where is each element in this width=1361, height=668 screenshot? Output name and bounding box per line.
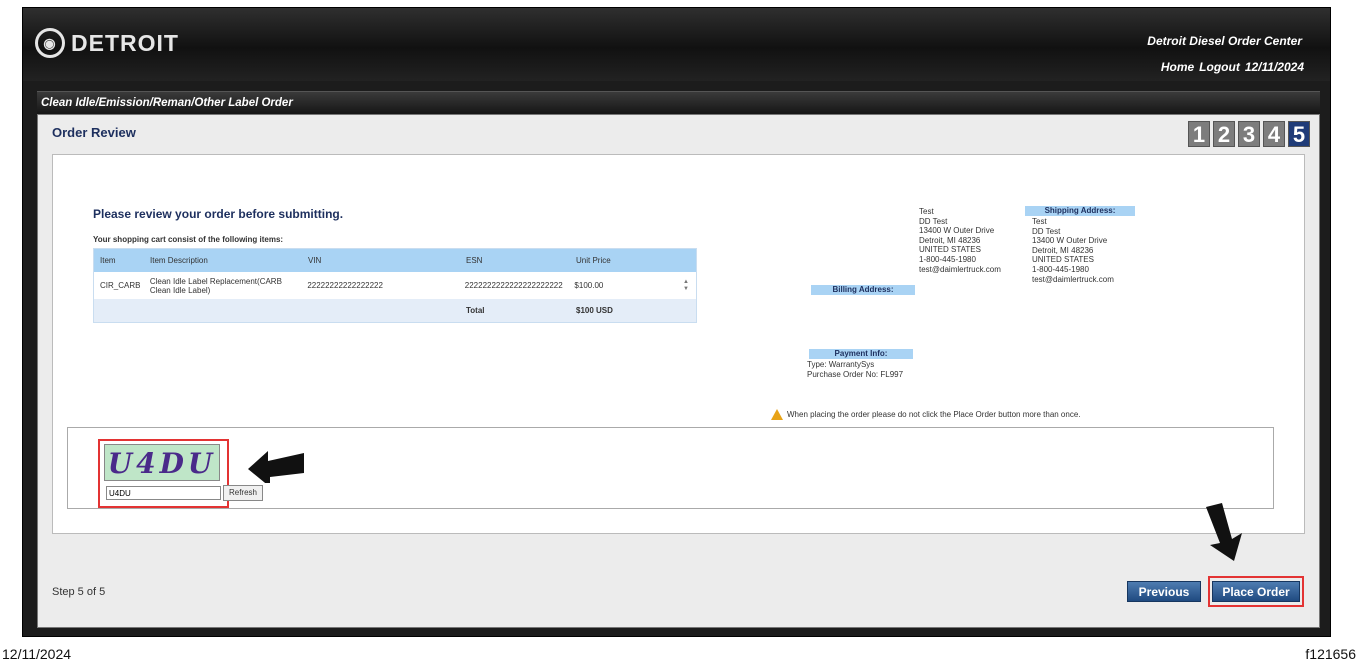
table-row: CIR_CARB Clean Idle Label Replacement(CA… [94,272,696,299]
step-indicator: 1 2 3 4 5 [1188,121,1310,147]
step-3: 3 [1238,121,1260,147]
warning-message: When placing the order please do not cli… [771,409,1081,420]
logo-text: DETROIT [71,29,179,56]
warning-text: When placing the order please do not cli… [787,410,1081,419]
warning-icon [771,409,783,420]
section-title: Clean Idle/Emission/Reman/Other Label Or… [37,91,1320,114]
step-4: 4 [1263,121,1285,147]
shipping-address-header: Shipping Address: [1025,206,1135,216]
payment-info: Type: WarrantySys Purchase Order No: FL9… [807,360,904,379]
step-1: 1 [1188,121,1210,147]
scroll-down-icon[interactable]: ▼ [683,286,689,293]
table-header: Item Item Description VIN ESN Unit Price [94,249,696,272]
captcha-input[interactable] [106,486,221,500]
column-header: Unit Price [576,256,611,265]
cell-price: $100.00 [574,281,604,290]
cart-label: Your shopping cart consist of the follow… [93,235,284,244]
payment-info-header: Payment Info: [809,349,913,359]
cell-esn: 2222222222222222222222 [464,281,563,290]
column-header: VIN [308,256,322,265]
column-header: Item Description [150,256,208,265]
detroit-logo: ◉ DETROIT [35,28,179,58]
previous-button[interactable]: Previous [1127,581,1201,602]
logout-link[interactable]: Logout [1199,60,1240,74]
column-header: Item [100,256,116,265]
captcha-image: U4DU [104,444,220,481]
home-link[interactable]: Home [1161,60,1194,74]
document-date: 12/11/2024 [2,646,72,662]
table-scrollbar[interactable]: ▲ ▼ [676,279,696,293]
app-title: Detroit Diesel Order Center [1147,34,1302,48]
header-nav: Home Logout 12/11/2024 [1161,60,1304,74]
header-date: 12/11/2024 [1244,60,1304,74]
total-value: $100 USD [576,306,613,315]
app-window: ◉ DETROIT Detroit Diesel Order Center Ho… [22,7,1331,637]
billing-address-header: Billing Address: [811,285,915,295]
order-review-panel: Order Review 1 2 3 4 5 Please review you… [37,114,1320,628]
review-content: Please review your order before submitti… [52,154,1305,534]
scroll-up-icon[interactable]: ▲ [683,279,689,286]
figure-id: f121656 [1305,646,1356,662]
billing-address: Test DD Test 13400 W Outer Drive Detroit… [919,207,1001,274]
step-2: 2 [1213,121,1235,147]
cell-item: CIR_CARB [100,281,141,290]
step-5-active: 5 [1288,121,1310,147]
refresh-button[interactable]: Refresh [223,485,263,501]
captcha-section: U4DU Refresh [67,427,1274,509]
review-message: Please review your order before submitti… [93,207,344,221]
cart-table: Item Item Description VIN ESN Unit Price… [93,248,697,323]
shipping-address: Test DD Test 13400 W Outer Drive Detroit… [1032,217,1114,284]
table-footer: Total $100 USD [94,299,696,322]
logo-emblem-icon: ◉ [35,28,65,58]
column-header: ESN [466,256,483,265]
pointer-arrow-icon [248,451,304,483]
cell-vin: 22222222222222222 [307,281,383,290]
total-label: Total [466,306,485,315]
place-order-button[interactable]: Place Order [1212,581,1300,602]
top-bar: ◉ DETROIT Detroit Diesel Order Center Ho… [23,8,1330,81]
cell-description: Clean Idle Label Replacement(CARB Clean … [149,276,282,295]
pointer-arrow-icon [1206,503,1242,561]
step-counter: Step 5 of 5 [52,586,106,598]
page-title: Order Review [52,125,136,140]
